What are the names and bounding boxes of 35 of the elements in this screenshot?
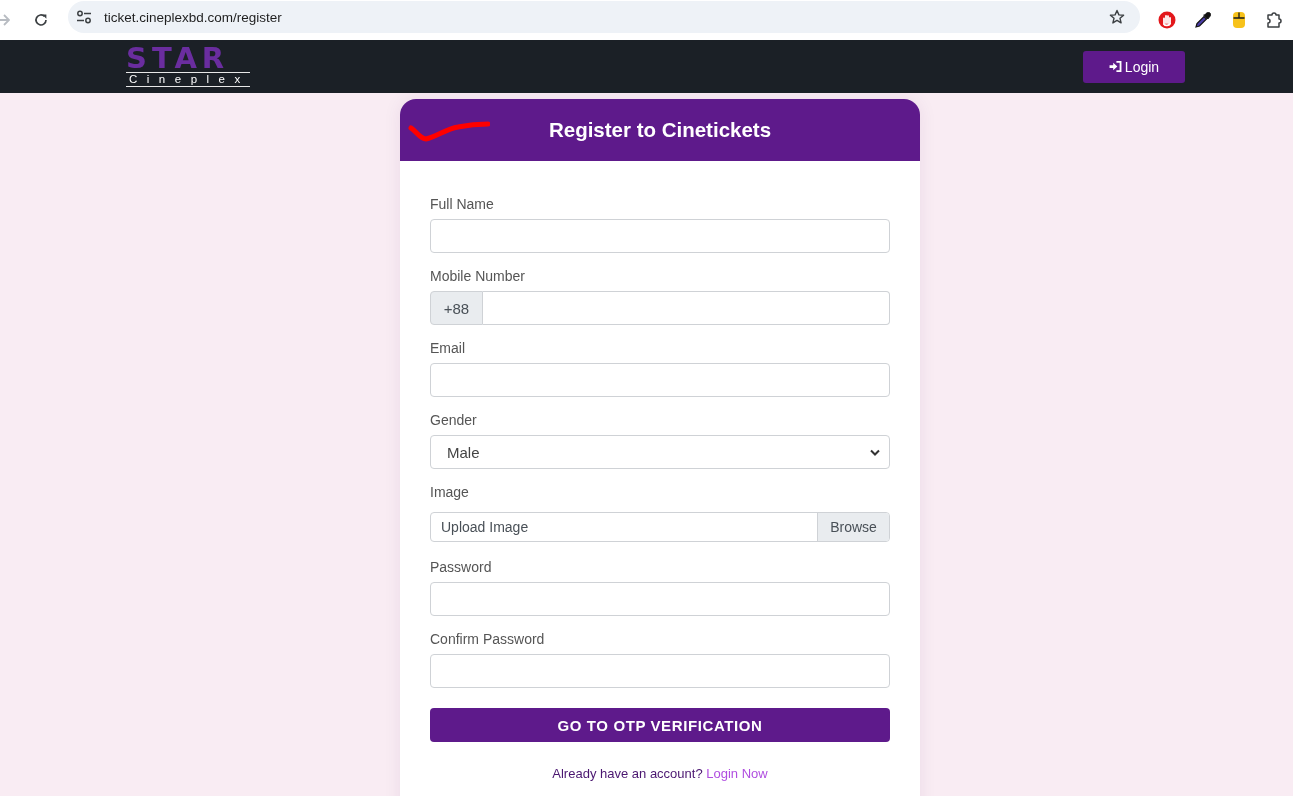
password-input[interactable] bbox=[430, 582, 890, 616]
text-input[interactable] bbox=[430, 363, 890, 397]
hand-icon[interactable] bbox=[1158, 11, 1176, 29]
field-label: Gender bbox=[430, 411, 477, 430]
country-code-prefix: +88 bbox=[430, 291, 483, 325]
form-title: Register to Cinetickets bbox=[548, 118, 772, 142]
puzzle-icon[interactable] bbox=[1266, 11, 1284, 29]
field-label: Mobile Number bbox=[430, 267, 525, 286]
url-text: ticket.cineplexbd.com/register bbox=[104, 9, 282, 25]
sign-in-icon bbox=[1108, 61, 1122, 72]
star-icon[interactable] bbox=[1109, 9, 1125, 25]
file-upload-field[interactable]: Upload Image Browse bbox=[430, 512, 890, 542]
login-prompt: Already have an account? Login Now bbox=[551, 765, 769, 783]
chevron-icon bbox=[870, 448, 880, 456]
site-settings-icon[interactable] bbox=[76, 10, 92, 24]
reload-icon[interactable] bbox=[33, 12, 49, 28]
otp-verification-button[interactable]: GO TO OTP VERIFICATION bbox=[430, 708, 890, 742]
phone-input[interactable] bbox=[483, 291, 890, 325]
login-now-link[interactable]: Login Now bbox=[706, 766, 768, 781]
field-label: Full Name bbox=[430, 195, 494, 214]
field-label: Image bbox=[430, 483, 469, 502]
tick-scribble-icon bbox=[408, 119, 490, 143]
text-input[interactable] bbox=[430, 219, 890, 253]
gender-select[interactable]: Male bbox=[430, 435, 890, 469]
browse-button[interactable]: Browse bbox=[817, 513, 889, 541]
address-bar[interactable]: ticket.cineplexbd.com/register bbox=[68, 1, 1140, 33]
logo-subtitle[interactable]: Cineplex bbox=[126, 72, 250, 87]
mouse-icon[interactable] bbox=[1230, 11, 1248, 29]
field-label: Confirm Password bbox=[430, 630, 545, 649]
login-button[interactable]: Login bbox=[1083, 50, 1185, 83]
field-label: Password bbox=[430, 558, 492, 577]
password-input[interactable] bbox=[430, 654, 890, 688]
file-label: Upload Image bbox=[440, 518, 530, 537]
eyedropper-icon[interactable] bbox=[1194, 11, 1212, 29]
field-label: Email bbox=[430, 339, 465, 358]
